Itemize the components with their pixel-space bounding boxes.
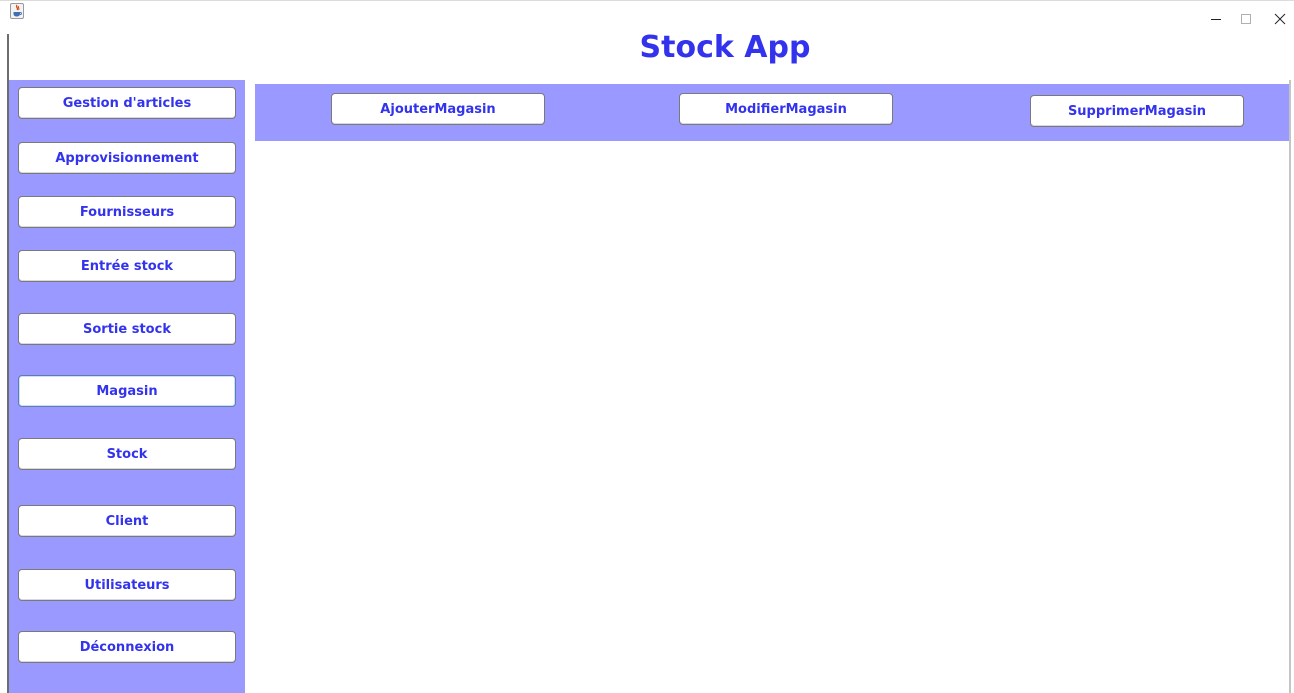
sidebar-item-entree-stock[interactable]: Entrée stock xyxy=(18,250,236,282)
close-icon xyxy=(1274,13,1286,25)
modifier-magasin-button[interactable]: ModifierMagasin xyxy=(679,93,893,125)
supprimer-magasin-button[interactable]: SupprimerMagasin xyxy=(1030,95,1244,127)
sidebar-item-approvisionnement[interactable]: Approvisionnement xyxy=(18,142,236,174)
sidebar: Gestion d'articles Approvisionnement Fou… xyxy=(9,80,245,693)
sidebar-item-client[interactable]: Client xyxy=(18,505,236,537)
magasin-toolbar: AjouterMagasin ModifierMagasin Supprimer… xyxy=(255,84,1289,141)
window-right-border xyxy=(1289,80,1291,693)
app-window: Stock App Gestion d'articles Approvision… xyxy=(0,0,1294,693)
sidebar-item-utilisateurs[interactable]: Utilisateurs xyxy=(18,569,236,601)
ajouter-magasin-button[interactable]: AjouterMagasin xyxy=(331,93,545,125)
close-button[interactable] xyxy=(1264,8,1294,30)
maximize-icon xyxy=(1241,14,1251,24)
page-title: Stock App xyxy=(639,30,811,65)
content-area xyxy=(255,141,1289,693)
sidebar-item-gestion-articles[interactable]: Gestion d'articles xyxy=(18,87,236,119)
window-top-border xyxy=(0,0,1294,1)
sidebar-item-stock[interactable]: Stock xyxy=(18,438,236,470)
sidebar-item-deconnexion[interactable]: Déconnexion xyxy=(18,631,236,663)
maximize-button[interactable] xyxy=(1230,8,1262,30)
java-app-icon[interactable] xyxy=(10,3,24,19)
sidebar-item-fournisseurs[interactable]: Fournisseurs xyxy=(18,196,236,228)
minimize-icon xyxy=(1211,19,1221,20)
minimize-button[interactable] xyxy=(1200,8,1232,30)
sidebar-item-sortie-stock[interactable]: Sortie stock xyxy=(18,313,236,345)
sidebar-item-magasin[interactable]: Magasin xyxy=(18,375,236,407)
